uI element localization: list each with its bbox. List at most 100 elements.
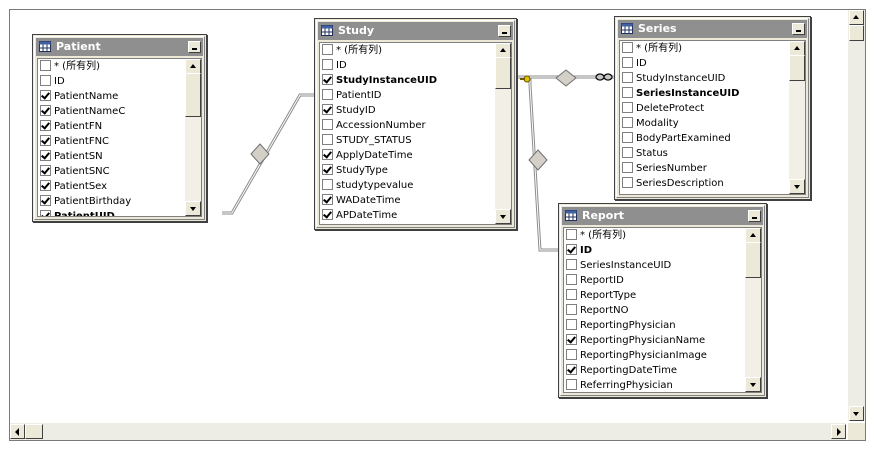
patient-table[interactable]: Patient * (所有列) ID PatientName PatientNameC… [32,34,207,222]
minimize-icon[interactable] [748,210,761,222]
scroll-down-button[interactable] [495,209,511,224]
column-row[interactable]: SeriesNumber [620,161,789,176]
column-row[interactable]: SeriesInstanceUID [620,86,789,101]
column-row[interactable]: ID [564,243,745,258]
column-checkbox[interactable] [566,379,577,390]
column-checkbox[interactable] [40,150,51,161]
column-checkbox[interactable] [322,179,333,190]
scroll-thumb[interactable] [495,57,511,89]
column-checkbox[interactable] [622,117,633,128]
series-table[interactable]: Series * (所有列) ID StudyInstanceUID SeriesIn… [614,16,811,200]
column-checkbox[interactable] [322,194,333,205]
column-row[interactable]: PatientSex [38,179,185,194]
patient-column-list[interactable]: * (所有列) ID PatientName PatientNameC PatientF… [37,58,202,217]
column-row[interactable]: PatientFN [38,119,185,134]
column-row[interactable]: ReportID [564,273,745,288]
column-checkbox[interactable] [40,75,51,86]
scroll-down-button[interactable] [849,406,864,421]
column-row[interactable]: ReportType [564,288,745,303]
minimize-icon[interactable] [188,41,201,53]
column-row[interactable]: SeriesDescription [620,176,789,191]
column-checkbox[interactable] [322,89,333,100]
scroll-down-button[interactable] [789,179,805,194]
patient-list-scrollbar[interactable] [185,59,201,216]
column-checkbox[interactable] [322,74,333,85]
column-row[interactable]: ReferringPhysician [564,378,745,392]
column-row[interactable]: StudyInstanceUID [620,71,789,86]
study-list-scrollbar[interactable] [495,43,511,224]
column-checkbox[interactable] [40,180,51,191]
diamond-join-icon[interactable] [528,149,548,171]
scroll-left-button[interactable] [10,424,25,439]
report-list-scrollbar[interactable] [745,228,761,392]
column-row[interactable]: AccessionNumber [320,118,495,133]
column-checkbox[interactable] [622,132,633,143]
scroll-thumb[interactable] [25,424,43,439]
column-row[interactable]: PatientNameC [38,104,185,119]
column-checkbox[interactable] [622,57,633,68]
study-table[interactable]: Study * (所有列) ID StudyInstanceUID PatientID… [314,18,517,230]
column-checkbox[interactable] [566,364,577,375]
series-column-list[interactable]: * (所有列) ID StudyInstanceUID SeriesInstanceU… [619,40,806,195]
column-checkbox[interactable] [40,60,51,71]
column-checkbox[interactable] [622,177,633,188]
column-row[interactable]: BodyPartExamined [620,131,789,146]
column-checkbox[interactable] [322,134,333,145]
series-table-titlebar[interactable]: Series [618,20,807,38]
column-checkbox[interactable] [40,195,51,206]
column-row[interactable]: Status [620,146,789,161]
scroll-up-button[interactable] [849,10,864,25]
column-checkbox[interactable] [322,209,333,220]
column-checkbox[interactable] [40,165,51,176]
column-row[interactable]: StudyInstanceUID [320,73,495,88]
column-row[interactable]: ID [320,58,495,73]
column-row[interactable]: PatientSNC [38,164,185,179]
horizontal-scrollbar[interactable] [10,423,846,440]
scroll-down-button[interactable] [185,201,201,216]
column-checkbox[interactable] [566,319,577,330]
column-checkbox[interactable] [322,59,333,70]
report-column-list[interactable]: * (所有列) ID SeriesInstanceUID ReportID Report… [563,227,762,393]
column-checkbox[interactable] [40,120,51,131]
column-checkbox[interactable] [322,149,333,160]
column-row[interactable]: PatientID [320,88,495,103]
scroll-up-button[interactable] [495,43,511,58]
column-checkbox[interactable] [566,304,577,315]
scroll-up-button[interactable] [185,59,201,74]
column-row[interactable]: ReportNO [564,303,745,318]
column-row[interactable]: PatientName [38,89,185,104]
column-row[interactable]: ApplyDateTime [320,148,495,163]
column-row[interactable]: StudyID [320,103,495,118]
column-checkbox[interactable] [40,90,51,101]
column-row[interactable]: PatientFNC [38,134,185,149]
column-checkbox[interactable] [622,42,633,53]
column-row[interactable]: ID [620,56,789,71]
column-row[interactable]: PatientBirthday [38,194,185,209]
scroll-right-button[interactable] [831,424,846,439]
minimize-icon[interactable] [498,25,511,37]
column-row[interactable]: PatientUID [38,209,185,216]
column-checkbox[interactable] [566,334,577,345]
column-row[interactable]: SeriesInstanceUID [564,258,745,273]
minimize-icon[interactable] [792,23,805,35]
report-table-titlebar[interactable]: Report [562,207,763,225]
column-checkbox[interactable] [322,104,333,115]
column-row[interactable]: * (所有列) [320,43,495,58]
patient-table-titlebar[interactable]: Patient [36,38,203,56]
column-checkbox[interactable] [622,162,633,173]
scroll-down-button[interactable] [745,377,761,392]
diamond-join-icon[interactable] [250,143,270,165]
column-row[interactable]: Modality [620,116,789,131]
vertical-scrollbar[interactable] [848,10,865,421]
column-row[interactable]: STUDY_STATUS [320,133,495,148]
scroll-up-button[interactable] [789,41,805,56]
column-checkbox[interactable] [566,289,577,300]
column-checkbox[interactable] [622,102,633,113]
column-row[interactable]: StudyType [320,163,495,178]
column-checkbox[interactable] [322,44,333,55]
column-checkbox[interactable] [40,135,51,146]
column-row[interactable]: ReportingPhysicianName [564,333,745,348]
column-row[interactable]: * (所有列) [38,59,185,74]
report-table[interactable]: Report * (所有列) ID SeriesInstanceUID ReportI… [558,203,767,398]
column-row[interactable]: ReportingPhysicianImage [564,348,745,363]
